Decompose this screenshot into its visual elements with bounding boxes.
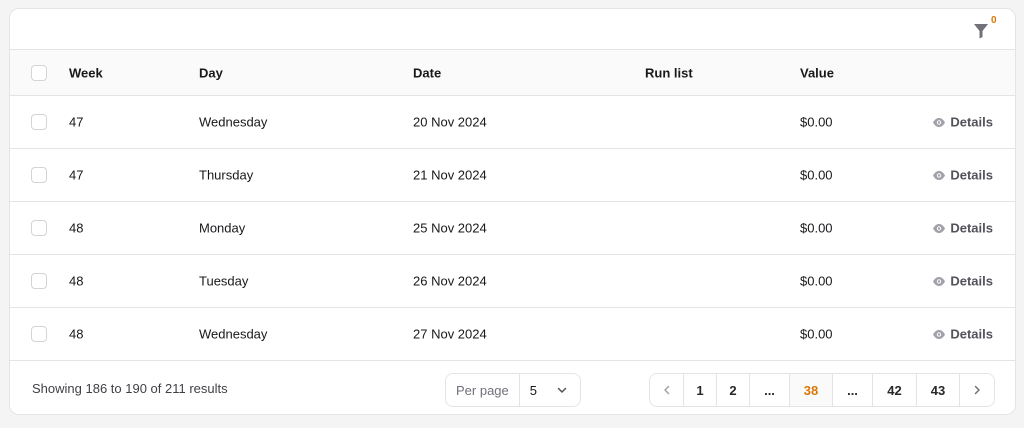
- cell-day: Tuesday: [199, 273, 249, 289]
- eye-icon: [933, 223, 946, 233]
- cell-week: 47: [69, 114, 84, 130]
- cell-week: 48: [69, 326, 84, 342]
- cell-value: $0.00: [800, 220, 833, 236]
- page-button[interactable]: 43: [917, 374, 960, 406]
- details-button[interactable]: Details: [932, 221, 993, 236]
- eye-icon: [933, 329, 946, 339]
- page-button[interactable]: 42: [873, 374, 917, 406]
- cell-week: 48: [69, 220, 84, 236]
- cell-week: 47: [69, 167, 84, 183]
- page-button[interactable]: 1: [684, 374, 717, 406]
- column-header-week[interactable]: Week: [69, 65, 103, 80]
- details-button[interactable]: Details: [932, 327, 993, 342]
- cell-value: $0.00: [800, 167, 833, 183]
- pagination-ellipsis: ...: [833, 374, 873, 406]
- details-label: Details: [950, 167, 993, 183]
- table-header-row: Week Day Date Run list Value: [10, 50, 1015, 96]
- details-button[interactable]: Details: [932, 274, 993, 289]
- details-label: Details: [950, 326, 993, 342]
- previous-page-button[interactable]: [650, 374, 684, 406]
- filter-button[interactable]: 0: [971, 15, 997, 43]
- cell-value: $0.00: [800, 326, 833, 342]
- eye-icon: [933, 117, 946, 127]
- row-checkbox[interactable]: [31, 273, 47, 289]
- details-button[interactable]: Details: [932, 115, 993, 130]
- cell-date: 20 Nov 2024: [413, 114, 487, 130]
- chevron-right-icon: [974, 385, 980, 395]
- pagination-ellipsis: ...: [750, 374, 790, 406]
- row-checkbox[interactable]: [31, 220, 47, 236]
- details-label: Details: [950, 273, 993, 289]
- select-all-checkbox[interactable]: [31, 64, 47, 81]
- table-row: 48 Tuesday 26 Nov 2024 $0.00 Details: [10, 255, 1015, 308]
- chevron-left-icon: [663, 385, 669, 395]
- table-toolbar: 0: [10, 9, 1015, 50]
- table-row: 48 Monday 25 Nov 2024 $0.00 Details: [10, 202, 1015, 255]
- column-header-date[interactable]: Date: [413, 65, 441, 80]
- details-label: Details: [950, 114, 993, 130]
- results-table-card: 0 Week Day Date Run list Value 47 Wednes…: [9, 8, 1016, 415]
- cell-day: Wednesday: [199, 114, 268, 130]
- details-label: Details: [950, 220, 993, 236]
- per-page-value: 5: [529, 382, 537, 398]
- eye-icon: [933, 170, 946, 180]
- details-button[interactable]: Details: [932, 168, 993, 183]
- cell-value: $0.00: [800, 114, 833, 130]
- cell-day: Thursday: [199, 167, 254, 183]
- cell-date: 26 Nov 2024: [413, 273, 487, 289]
- per-page-select[interactable]: 5: [520, 383, 580, 398]
- next-page-button[interactable]: [960, 374, 994, 406]
- column-header-value[interactable]: Value: [800, 65, 834, 80]
- filter-count-badge: 0: [991, 15, 997, 26]
- row-checkbox[interactable]: [31, 167, 47, 183]
- per-page-control: Per page 5: [445, 373, 581, 407]
- row-checkbox[interactable]: [31, 114, 47, 130]
- row-checkbox[interactable]: [31, 326, 47, 342]
- cell-date: 25 Nov 2024: [413, 220, 487, 236]
- chevron-down-icon: [557, 387, 567, 393]
- table-row: 47 Thursday 21 Nov 2024 $0.00 Details: [10, 149, 1015, 202]
- cell-date: 27 Nov 2024: [413, 326, 487, 342]
- results-summary: Showing 186 to 190 of 211 results: [32, 381, 228, 396]
- page-button[interactable]: 38: [790, 374, 833, 406]
- column-header-day[interactable]: Day: [199, 65, 223, 80]
- table-row: 48 Wednesday 27 Nov 2024 $0.00 Details: [10, 308, 1015, 361]
- table-footer: Showing 186 to 190 of 211 results Per pa…: [10, 361, 1015, 414]
- table-row: 47 Wednesday 20 Nov 2024 $0.00 Details: [10, 96, 1015, 149]
- cell-value: $0.00: [800, 273, 833, 289]
- per-page-label: Per page: [446, 374, 520, 406]
- cell-week: 48: [69, 273, 84, 289]
- column-header-run-list[interactable]: Run list: [645, 65, 693, 80]
- cell-date: 21 Nov 2024: [413, 167, 487, 183]
- pagination: 1 2... 38... 42 43: [649, 373, 995, 407]
- eye-icon: [933, 276, 946, 286]
- cell-day: Monday: [199, 220, 246, 236]
- filter-icon: [974, 24, 988, 39]
- cell-day: Wednesday: [199, 326, 268, 342]
- page-button[interactable]: 2: [717, 374, 750, 406]
